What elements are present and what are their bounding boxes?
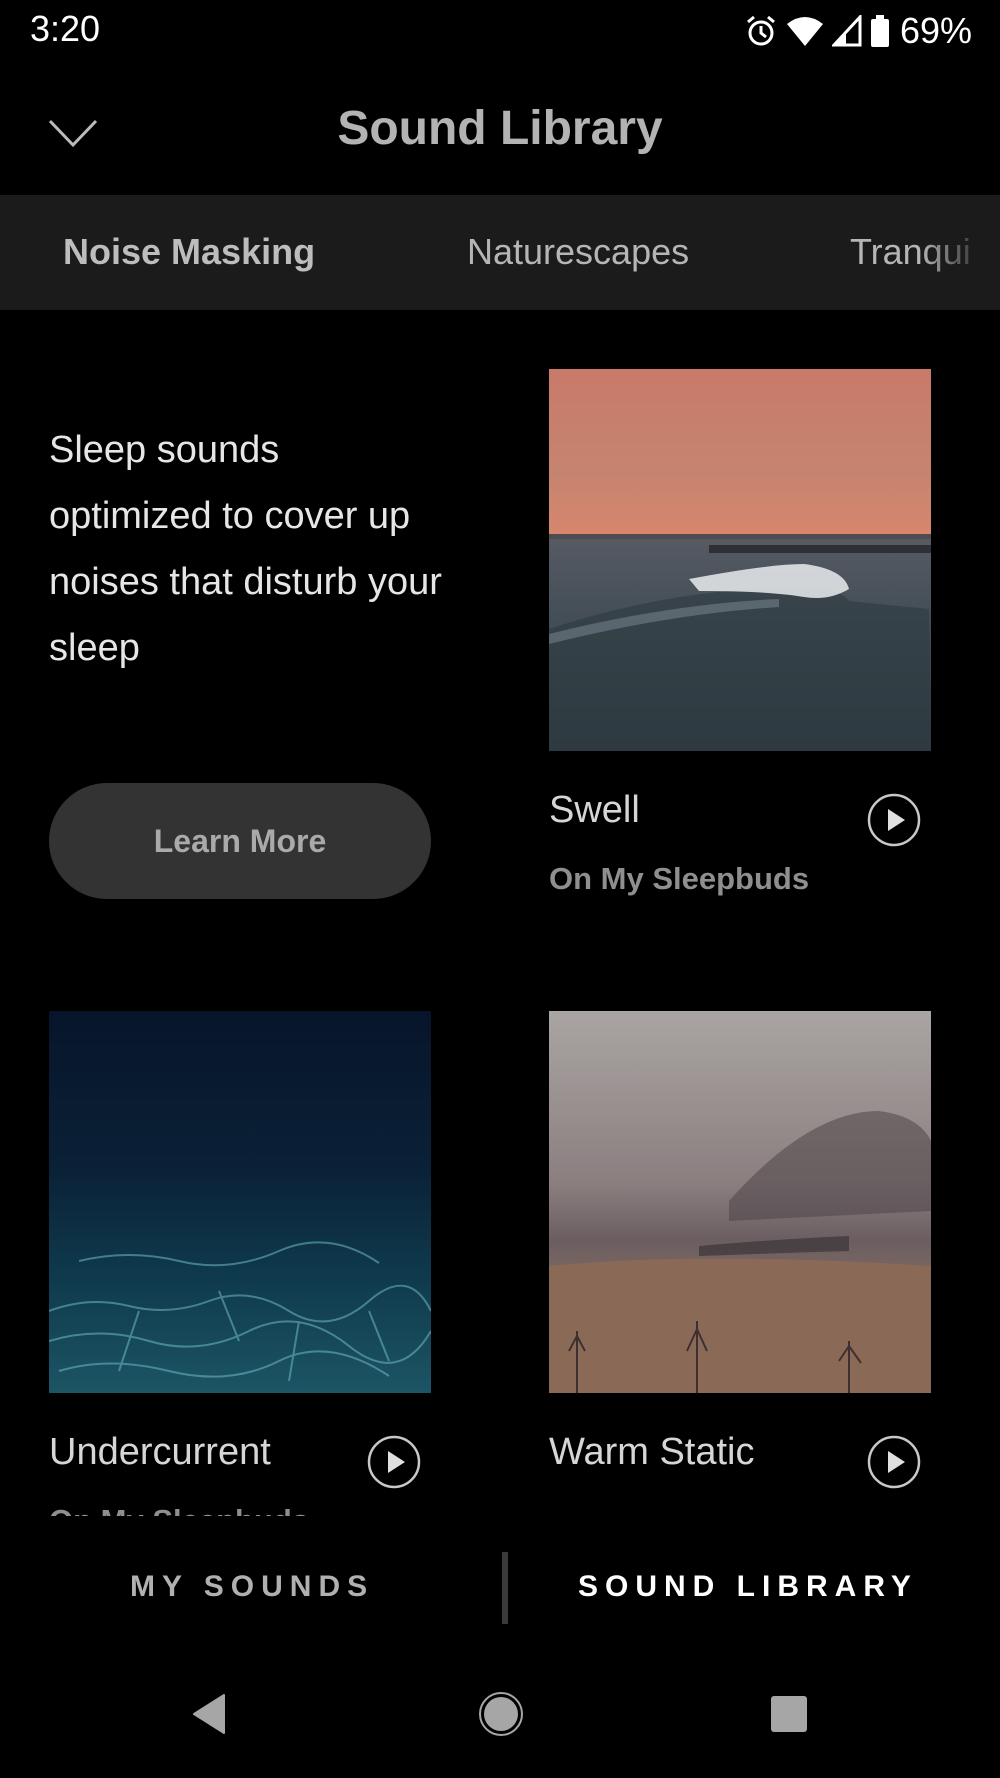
tab-noise-masking[interactable]: Noise Masking: [63, 231, 315, 273]
sound-title: Warm Static: [549, 1431, 755, 1473]
play-button-swell[interactable]: [867, 793, 921, 847]
cellular-signal-icon: [831, 15, 862, 47]
bottom-tab-bar: MY SOUNDS SOUND LIBRARY: [0, 1516, 1000, 1636]
home-button[interactable]: [478, 1691, 524, 1742]
battery-percent: 69%: [899, 10, 972, 51]
recents-button[interactable]: [770, 1695, 808, 1738]
status-time: 3:20: [30, 8, 101, 49]
wifi-icon: [786, 15, 824, 47]
tab-sound-library[interactable]: SOUND LIBRARY: [578, 1570, 918, 1604]
back-button[interactable]: [190, 1693, 228, 1740]
category-tab-bar: Noise Masking Naturescapes Tranqui: [0, 195, 1000, 310]
sound-card-swell[interactable]: Swell On My Sleepbuds: [549, 369, 931, 896]
sound-card-warm-static[interactable]: Warm Static: [549, 1011, 931, 1489]
play-icon: [867, 1435, 921, 1493]
sound-subtitle: On My Sleepbuds: [49, 1503, 309, 1516]
back-icon: [190, 1694, 228, 1739]
sound-subtitle: On My Sleepbuds: [549, 861, 810, 896]
tab-naturescapes[interactable]: Naturescapes: [467, 231, 689, 273]
tab-my-sounds[interactable]: MY SOUNDS: [130, 1570, 374, 1604]
learn-more-button[interactable]: Learn More: [49, 783, 431, 899]
play-icon: [867, 793, 921, 851]
system-nav-bar: [0, 1660, 1000, 1778]
play-button-undercurrent[interactable]: [367, 1435, 421, 1489]
play-icon: [367, 1435, 421, 1493]
app-header: Sound Library: [0, 75, 1000, 190]
category-description: Sleep sounds optimized to cover up noise…: [49, 429, 442, 669]
sound-image-swell[interactable]: [549, 369, 931, 751]
sound-title: Swell: [549, 789, 640, 831]
sound-image-undercurrent[interactable]: [49, 1011, 431, 1393]
alarm-icon: [744, 14, 778, 48]
page-title: Sound Library: [337, 102, 663, 155]
status-icons: 69%: [744, 10, 972, 52]
tab-scroll-fade: [920, 195, 1000, 310]
sound-title: Undercurrent: [49, 1431, 271, 1473]
sound-grid-scroll[interactable]: Sleep sounds optimized to cover up noise…: [0, 310, 1000, 1516]
home-icon: [478, 1692, 524, 1741]
play-button-warm-static[interactable]: [867, 1435, 921, 1489]
sound-card-undercurrent[interactable]: Undercurrent On My Sleepbuds: [49, 1011, 431, 1516]
battery-icon: [870, 14, 890, 48]
sound-image-warm-static[interactable]: [549, 1011, 931, 1393]
status-bar: 3:20 69%: [0, 0, 1000, 60]
tab-divider: [502, 1552, 508, 1624]
recents-icon: [770, 1696, 808, 1737]
